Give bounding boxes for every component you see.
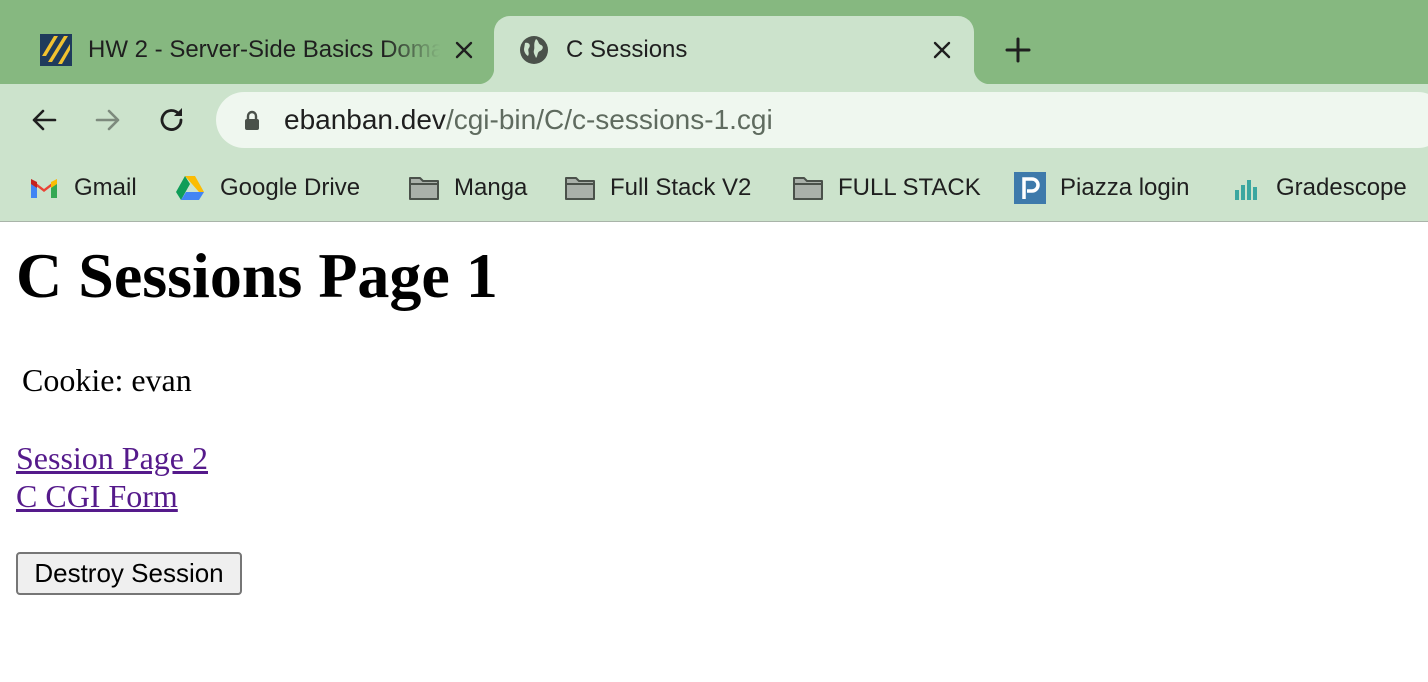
forward-button[interactable]	[88, 100, 128, 140]
bookmarks-bar: Gmail Google Drive Manga Full Stack V2 F…	[0, 156, 1428, 222]
bookmark-label: FULL STACK	[838, 174, 981, 201]
striped-logo-icon	[40, 34, 72, 66]
plus-icon	[1005, 37, 1031, 63]
globe-icon	[518, 34, 550, 66]
bookmark-label: Piazza login	[1060, 174, 1190, 201]
destroy-session-button[interactable]: Destroy Session	[16, 552, 242, 595]
bookmark-gradescope[interactable]: Gradescope	[1230, 172, 1407, 204]
bookmark-folder-full-stack-v2[interactable]: Full Stack V2	[564, 172, 751, 204]
tab-strip: HW 2 - Server-Side Basics Domain C Sessi…	[0, 0, 1428, 84]
bookmark-label: Manga	[454, 174, 528, 201]
browser-toolbar: ebanban.dev/cgi-bin/C/c-sessions-1.cgi	[0, 84, 1428, 156]
close-icon[interactable]	[926, 34, 958, 66]
address-bar[interactable]: ebanban.dev/cgi-bin/C/c-sessions-1.cgi	[216, 92, 1428, 148]
close-icon[interactable]	[448, 34, 480, 66]
url-text: ebanban.dev/cgi-bin/C/c-sessions-1.cgi	[284, 104, 773, 136]
new-tab-button[interactable]	[998, 30, 1038, 70]
arrow-left-icon	[32, 109, 57, 131]
bookmark-label: Gmail	[74, 174, 137, 201]
gmail-icon	[28, 172, 60, 204]
bookmark-folder-full-stack[interactable]: FULL STACK	[792, 172, 981, 204]
bookmark-gmail[interactable]: Gmail	[28, 172, 137, 204]
url-path: /cgi-bin/C/c-sessions-1.cgi	[445, 104, 773, 135]
piazza-icon	[1014, 172, 1046, 204]
folder-icon	[408, 172, 440, 204]
back-button[interactable]	[24, 100, 64, 140]
tab-title: HW 2 - Server-Side Basics Domain	[88, 36, 440, 63]
tab-title: C Sessions	[566, 36, 688, 63]
bookmark-folder-manga[interactable]: Manga	[408, 172, 527, 204]
reload-icon	[160, 108, 183, 131]
google-drive-icon	[174, 172, 206, 204]
folder-icon	[792, 172, 824, 204]
gradescope-icon	[1230, 172, 1262, 204]
tab-hw2[interactable]: HW 2 - Server-Side Basics Domain	[20, 16, 494, 84]
tab-c-sessions[interactable]: C Sessions	[478, 16, 990, 84]
bookmark-label: Gradescope	[1276, 174, 1407, 201]
folder-icon	[564, 172, 596, 204]
session-page-2-link[interactable]: Session Page 2	[16, 440, 208, 476]
page-content: C Sessions Page 1 Cookie: evan Session P…	[0, 222, 1428, 682]
cookie-text: Cookie: evan	[22, 362, 192, 398]
c-cgi-form-link[interactable]: C CGI Form	[16, 478, 178, 514]
page-title: C Sessions Page 1	[16, 240, 498, 311]
bookmark-piazza[interactable]: Piazza login	[1014, 172, 1189, 204]
url-host: ebanban.dev	[284, 104, 446, 135]
bookmark-google-drive[interactable]: Google Drive	[174, 172, 360, 204]
reload-button[interactable]	[152, 100, 192, 140]
bookmark-label: Full Stack V2	[610, 174, 752, 201]
arrow-right-icon	[95, 109, 120, 131]
lock-icon[interactable]	[240, 108, 264, 132]
bookmark-label: Google Drive	[220, 174, 361, 201]
